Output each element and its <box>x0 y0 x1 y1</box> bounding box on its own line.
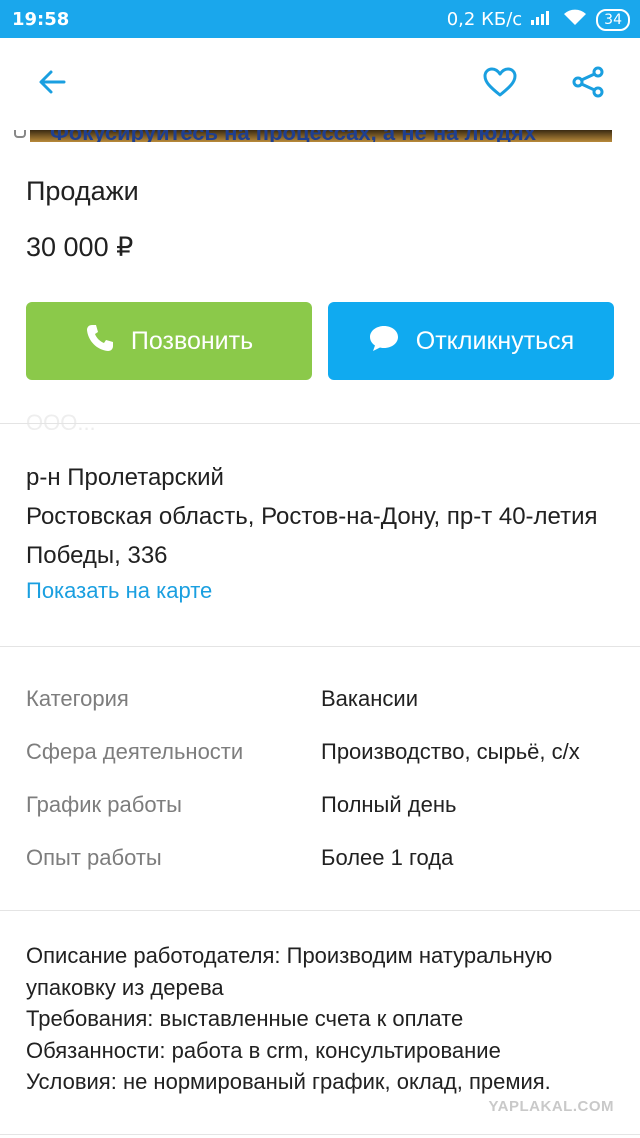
full-address: Ростовская область, Ростов-на-Дону, пр-т… <box>26 503 598 569</box>
divider <box>0 423 640 424</box>
listing-image: Фокусируйтесь на процессах, а не на людя… <box>30 130 612 142</box>
back-button[interactable] <box>30 62 74 106</box>
network-speed: 0,2 КБ/с <box>446 9 523 30</box>
description-line: Условия: не нормированый график, оклад, … <box>26 1069 551 1094</box>
listing-title: Продажи <box>26 176 139 206</box>
image-gallery-strip[interactable]: Фокусируйтесь на процессах, а не на людя… <box>0 130 640 142</box>
listing-price: 30 000 ₽ <box>26 232 134 262</box>
param-value: Вакансии <box>321 686 418 711</box>
share-button[interactable] <box>566 62 610 106</box>
description-line: Требования: выставленные счета к оплате <box>26 1006 464 1031</box>
heart-outline-icon <box>482 66 518 103</box>
wifi-icon <box>562 7 588 32</box>
description-block: Описание работодателя: Производим натура… <box>26 940 626 1098</box>
param-row-sphere: Сфера деятельности Производство, сырьё, … <box>26 731 626 784</box>
watermark: YAPLAKAL.COM <box>488 1098 614 1115</box>
param-key: График работы <box>26 792 182 817</box>
description-line: Описание работодателя: Производим натура… <box>26 943 553 1000</box>
param-row-schedule: График работы Полный день <box>26 784 626 837</box>
description-line: Обязанности: работа в crm, консультирова… <box>26 1037 501 1063</box>
reply-button-label: Откликнуться <box>415 326 575 355</box>
param-key: Сфера деятельности <box>26 739 244 764</box>
battery-indicator: 34 <box>596 8 630 31</box>
divider <box>0 1134 640 1135</box>
param-value: Производство, сырьё, с/х <box>321 739 580 764</box>
reply-button[interactable]: Откликнуться <box>328 302 614 380</box>
divider <box>0 910 640 911</box>
call-button-label: Позвонить <box>130 326 254 355</box>
params-list: Категория Вакансии Сфера деятельности Пр… <box>26 678 626 890</box>
param-value: Более 1 года <box>321 845 454 870</box>
call-button[interactable]: Позвонить <box>26 302 312 380</box>
app-bar <box>0 38 640 130</box>
status-icons: 0,2 КБ/с 34 <box>447 7 630 32</box>
phone-icon <box>85 323 115 360</box>
param-key: Опыт работы <box>26 845 162 870</box>
param-value: Полный день <box>321 792 457 817</box>
share-icon <box>571 65 605 104</box>
gallery-indicator-icon <box>14 130 26 138</box>
address-block: р-н Пролетарский Ростовская область, Рос… <box>26 458 616 575</box>
status-time: 19:58 <box>12 9 70 30</box>
param-row-category: Категория Вакансии <box>26 678 626 731</box>
arrow-left-icon <box>36 66 68 103</box>
status-bar: 19:58 0,2 КБ/с 34 <box>0 0 640 38</box>
divider <box>0 646 640 647</box>
banner-text: Фокусируйтесь на процессах, а не на людя… <box>50 130 536 142</box>
param-key: Категория <box>26 686 129 711</box>
show-on-map-link[interactable]: Показать на карте <box>26 578 212 604</box>
signal-icon <box>530 9 554 30</box>
param-row-experience: Опыт работы Более 1 года <box>26 837 626 890</box>
chat-bubble-icon <box>368 323 400 360</box>
favorite-button[interactable] <box>478 62 522 106</box>
district: р-н Пролетарский <box>26 464 224 491</box>
